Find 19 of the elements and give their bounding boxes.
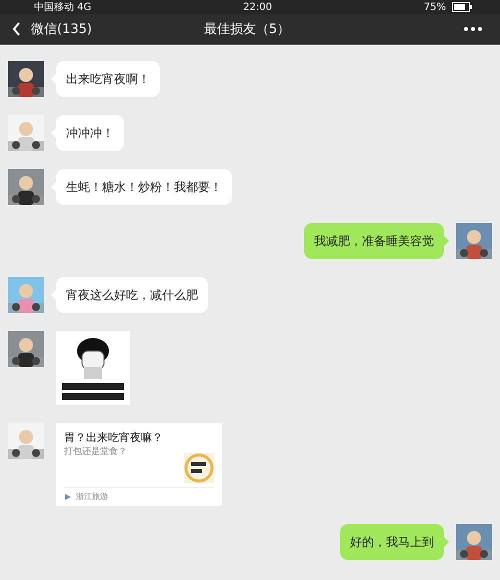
clock-time: 22:00	[243, 2, 272, 12]
message-bubble: 宵夜这么好吃，减什么肥	[56, 277, 208, 313]
card-title: 胃？出来吃宵夜嘛？	[64, 430, 164, 445]
message-bubble: 出来吃宵夜啊！	[56, 61, 160, 97]
app-icon	[64, 492, 72, 500]
message-bubble: 生蚝！糖水！炒粉！我都要！	[56, 169, 232, 205]
message-bubble: 冲冲冲！	[56, 115, 124, 151]
more-icon[interactable]	[464, 27, 482, 31]
card-description: 打包还是堂食？	[64, 446, 127, 458]
message-bubble: 我减肥，准备睡美容觉	[304, 223, 444, 259]
link-card[interactable]: 胃？出来吃宵夜嘛？ 打包还是堂食？ 浙江旅游	[56, 423, 222, 506]
back-icon[interactable]	[12, 22, 21, 36]
card-source: 浙江旅游	[76, 491, 108, 502]
battery-percent: 75%	[424, 2, 446, 12]
chat-title: 最佳损友（5）	[204, 21, 290, 38]
back-link[interactable]: 微信(135)	[31, 20, 92, 38]
message-bubble: 好的，我马上到	[340, 524, 444, 560]
battery-icon	[452, 2, 472, 12]
carrier-name: 中国移动 4G	[34, 0, 92, 14]
